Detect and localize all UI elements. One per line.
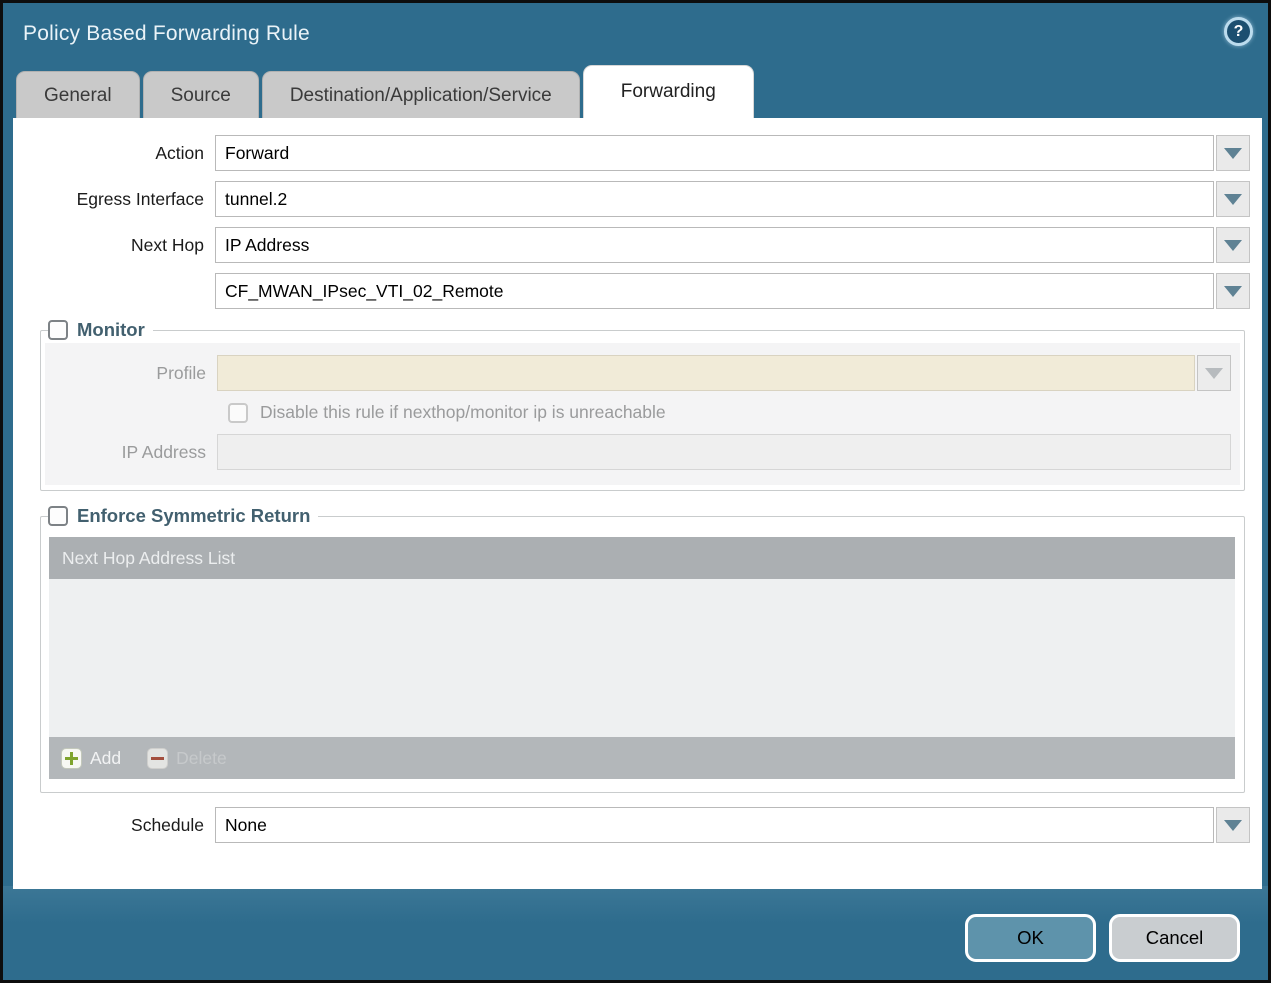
profile-dropdown-button bbox=[1197, 355, 1231, 391]
symmetric-return-fieldset: Enforce Symmetric Return Next Hop Addres… bbox=[40, 505, 1245, 793]
title-bar: Policy Based Forwarding Rule ? bbox=[3, 3, 1268, 62]
egress-interface-row: Egress Interface tunnel.2 bbox=[13, 181, 1250, 217]
next-hop-address-list-body[interactable] bbox=[49, 579, 1235, 737]
action-dropdown-button[interactable] bbox=[1216, 135, 1250, 171]
schedule-label: Schedule bbox=[13, 815, 215, 836]
next-hop-address-list-header: Next Hop Address List bbox=[49, 537, 1235, 579]
minus-icon bbox=[147, 748, 168, 769]
monitor-ip-address-row: IP Address bbox=[45, 434, 1231, 470]
tab-bar: General Source Destination/Application/S… bbox=[3, 62, 1268, 118]
symmetric-return-legend-label: Enforce Symmetric Return bbox=[77, 505, 310, 527]
help-icon[interactable]: ? bbox=[1224, 17, 1253, 46]
monitor-ip-address-label: IP Address bbox=[45, 442, 217, 463]
chevron-down-icon bbox=[1224, 194, 1242, 205]
next-hop-type-select[interactable]: IP Address bbox=[215, 227, 1214, 263]
profile-select bbox=[217, 355, 1195, 391]
egress-interface-dropdown-button[interactable] bbox=[1216, 181, 1250, 217]
monitor-panel: Profile Disable this rule if nexthop/mon… bbox=[45, 343, 1240, 485]
delete-button-label: Delete bbox=[176, 748, 227, 769]
schedule-row: Schedule None bbox=[13, 807, 1250, 843]
disable-rule-label: Disable this rule if nexthop/monitor ip … bbox=[260, 402, 666, 423]
tab-forwarding[interactable]: Forwarding bbox=[583, 65, 754, 118]
monitor-legend-label: Monitor bbox=[77, 319, 145, 341]
next-hop-row: Next Hop IP Address bbox=[13, 227, 1250, 263]
dialog-footer: OK Cancel bbox=[3, 886, 1268, 980]
symmetric-return-checkbox[interactable] bbox=[48, 506, 68, 526]
tab-destination-application-service[interactable]: Destination/Application/Service bbox=[262, 71, 580, 118]
action-label: Action bbox=[13, 143, 215, 164]
ok-button[interactable]: OK bbox=[965, 914, 1096, 962]
action-row: Action Forward bbox=[13, 135, 1250, 171]
monitor-checkbox[interactable] bbox=[48, 320, 68, 340]
cancel-button[interactable]: Cancel bbox=[1109, 914, 1240, 962]
chevron-down-icon bbox=[1224, 286, 1242, 297]
forwarding-tab-panel: Action Forward Egress Interface tunnel.2… bbox=[13, 118, 1262, 889]
chevron-down-icon bbox=[1205, 368, 1223, 379]
chevron-down-icon bbox=[1224, 820, 1242, 831]
next-hop-address-row: CF_MWAN_IPsec_VTI_02_Remote bbox=[13, 273, 1250, 309]
next-hop-address-dropdown-button[interactable] bbox=[1216, 273, 1250, 309]
schedule-select[interactable]: None bbox=[215, 807, 1214, 843]
action-select[interactable]: Forward bbox=[215, 135, 1214, 171]
footer-buttons: OK Cancel bbox=[965, 914, 1240, 962]
next-hop-address-table: Next Hop Address List Add bbox=[49, 537, 1235, 779]
profile-label: Profile bbox=[45, 363, 217, 384]
add-button[interactable]: Add bbox=[61, 748, 121, 769]
add-button-label: Add bbox=[90, 748, 121, 769]
monitor-fieldset: Monitor Profile Disable this rule if nex… bbox=[40, 319, 1245, 491]
chevron-down-icon bbox=[1224, 240, 1242, 251]
schedule-dropdown-button[interactable] bbox=[1216, 807, 1250, 843]
next-hop-label: Next Hop bbox=[13, 235, 215, 256]
disable-rule-checkbox bbox=[228, 403, 248, 423]
next-hop-address-select[interactable]: CF_MWAN_IPsec_VTI_02_Remote bbox=[215, 273, 1214, 309]
next-hop-dropdown-button[interactable] bbox=[1216, 227, 1250, 263]
monitor-legend: Monitor bbox=[48, 319, 153, 341]
symmetric-return-legend: Enforce Symmetric Return bbox=[48, 505, 318, 527]
plus-icon bbox=[61, 748, 82, 769]
next-hop-address-list-toolbar: Add Delete bbox=[49, 737, 1235, 779]
tab-source[interactable]: Source bbox=[143, 71, 259, 118]
chevron-down-icon bbox=[1224, 148, 1242, 159]
dialog-title: Policy Based Forwarding Rule bbox=[23, 22, 310, 46]
delete-button: Delete bbox=[147, 748, 227, 769]
policy-based-forwarding-dialog: Policy Based Forwarding Rule ? General S… bbox=[0, 0, 1271, 983]
tab-general[interactable]: General bbox=[16, 71, 140, 118]
monitor-ip-address-input bbox=[217, 434, 1231, 470]
help-icon-glyph: ? bbox=[1234, 23, 1244, 41]
profile-row: Profile bbox=[45, 355, 1231, 391]
egress-interface-label: Egress Interface bbox=[13, 189, 215, 210]
egress-interface-select[interactable]: tunnel.2 bbox=[215, 181, 1214, 217]
disable-rule-row: Disable this rule if nexthop/monitor ip … bbox=[228, 402, 1231, 423]
